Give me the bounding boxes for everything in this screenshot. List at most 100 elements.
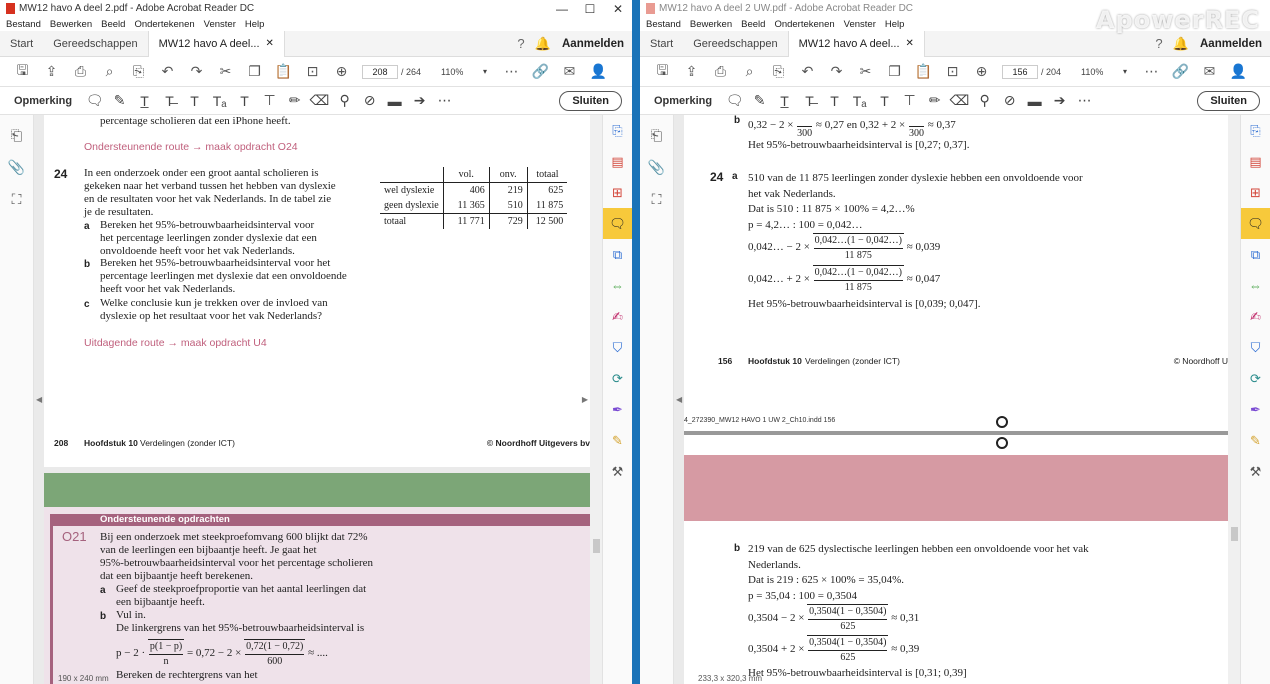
pages-icon[interactable]: ⎗	[640, 127, 673, 147]
pages-icon[interactable]: ⎗	[0, 127, 33, 147]
attachments-icon[interactable]: 📎	[0, 159, 33, 179]
pencil-icon[interactable]: ✏	[922, 92, 947, 109]
optimize-icon[interactable]: ⟳	[1241, 363, 1270, 394]
replace-text-icon[interactable]: T	[822, 93, 847, 109]
stamp-icon[interactable]: ⚲	[972, 92, 997, 109]
undo-icon[interactable]: ↶	[793, 63, 822, 80]
add-user-icon[interactable]: 👤	[1224, 63, 1253, 80]
more-tools-icon[interactable]: ⚒	[1241, 456, 1270, 487]
sticky-note-icon[interactable]: 🗨	[722, 92, 747, 109]
pencil-icon[interactable]: ✏	[282, 92, 307, 109]
optimize-icon[interactable]: ⟳	[603, 363, 632, 394]
highlight-icon[interactable]: ✎	[747, 92, 772, 109]
print-icon[interactable]: ⎙	[706, 63, 735, 80]
compress-icon[interactable]: ⇔	[1241, 270, 1270, 301]
stamp-icon[interactable]: ⚲	[332, 92, 357, 109]
save-icon[interactable]: 🖫	[648, 60, 677, 84]
clipboard-icon[interactable]: 📋	[269, 63, 298, 80]
text-box-icon[interactable]: ⊤	[897, 92, 922, 109]
snapshot-icon[interactable]: ⊡	[938, 63, 967, 80]
minimize-icon[interactable]: —	[548, 2, 576, 16]
fill-sign-icon[interactable]: ✍	[603, 301, 632, 332]
more-tools-icon[interactable]: ⚒	[603, 456, 632, 487]
underline-text-icon[interactable]: T̲	[132, 93, 157, 109]
binoculars-icon[interactable]: ⊕	[967, 63, 996, 80]
attachments-icon[interactable]: 📎	[640, 159, 673, 179]
zoom-search-icon[interactable]: ⌕	[735, 63, 764, 80]
tab-close-icon[interactable]: ✕	[906, 38, 914, 49]
upload-icon[interactable]: ⇪	[37, 63, 66, 80]
tab-tools[interactable]: Gereedschappen	[43, 31, 147, 57]
edit-pdf-icon[interactable]: ✎	[603, 425, 632, 456]
chevron-down-icon[interactable]: ▾	[1123, 67, 1127, 76]
send-sign-icon[interactable]: ✒	[1241, 394, 1270, 425]
close-comment-button[interactable]: Sluiten	[1197, 90, 1260, 111]
bell-icon[interactable]: 🔔	[1170, 36, 1192, 52]
add-text-icon[interactable]: T	[872, 93, 897, 109]
menu-venster[interactable]: Venster	[204, 19, 236, 30]
line-icon[interactable]: ▬	[1022, 93, 1047, 109]
menu-ondertekenen[interactable]: Ondertekenen	[134, 19, 194, 30]
pdf-viewer[interactable]: percentage scholieren dat een iPhone hee…	[34, 115, 602, 684]
tab-close-icon[interactable]: ✕	[266, 38, 274, 49]
find-icon[interactable]: ⎘	[124, 63, 153, 80]
tags-icon[interactable]: ⛶	[640, 191, 673, 211]
help-icon[interactable]: ?	[1148, 36, 1170, 51]
snapshot-icon[interactable]: ⊡	[298, 63, 327, 80]
menu-help[interactable]: Help	[885, 19, 905, 30]
replace-text-icon[interactable]: T	[182, 93, 207, 109]
next-page-icon[interactable]: ▶	[582, 395, 588, 404]
export-pdf-icon[interactable]: ⎘	[1241, 115, 1270, 146]
menu-bewerken[interactable]: Bewerken	[50, 19, 92, 30]
zoom-search-icon[interactable]: ⌕	[95, 63, 124, 80]
menu-bestand[interactable]: Bestand	[646, 19, 681, 30]
protect-icon[interactable]: ⛉	[1241, 332, 1270, 363]
find-icon[interactable]: ⎘	[764, 63, 793, 80]
redo-icon[interactable]: ↷	[822, 63, 851, 80]
route-link[interactable]: Ondersteunende route → maak opdracht O24	[84, 141, 298, 153]
menu-ondertekenen[interactable]: Ondertekenen	[774, 19, 834, 30]
combine-files-icon[interactable]: ⧉	[1241, 239, 1270, 270]
combine-files-icon[interactable]: ⧉	[603, 239, 632, 270]
tab-document[interactable]: MW12 havo A deel... ✕	[147, 30, 285, 57]
arrow-icon[interactable]: ➔	[407, 92, 432, 109]
export-pdf-icon[interactable]: ⎘	[603, 115, 632, 146]
tab-tools[interactable]: Gereedschappen	[683, 31, 787, 57]
zoom-select[interactable]: 110%	[441, 67, 483, 77]
insert-text-icon[interactable]: Tₐ	[207, 93, 232, 109]
pdf-viewer[interactable]: b 0,32 − 2 × 300 ≈ 0,27 en 0,32 + 2 × 30…	[674, 115, 1240, 684]
mail-icon[interactable]: ✉	[555, 63, 584, 80]
more-icon[interactable]: ⋯	[1072, 92, 1097, 109]
compress-icon[interactable]: ⇔	[603, 270, 632, 301]
menu-beeld[interactable]: Beeld	[741, 19, 765, 30]
close-comment-button[interactable]: Sluiten	[559, 90, 622, 111]
eraser-icon[interactable]: ⌫	[947, 92, 972, 109]
save-icon[interactable]: 🖫	[8, 60, 37, 84]
more-icon[interactable]: ⋯	[1137, 63, 1166, 80]
strikethrough-icon[interactable]: T̶	[797, 93, 822, 109]
vertical-scrollbar[interactable]	[1228, 115, 1240, 684]
tags-icon[interactable]: ⛶	[0, 191, 33, 211]
highlight-icon[interactable]: ✎	[107, 92, 132, 109]
prev-page-icon[interactable]: ◀	[36, 395, 42, 404]
attach-icon[interactable]: ⊘	[357, 92, 382, 109]
maximize-icon[interactable]: ☐	[576, 2, 604, 16]
vertical-scrollbar[interactable]	[590, 115, 602, 684]
link-icon[interactable]: 🔗	[1166, 63, 1195, 80]
add-text-icon[interactable]: T	[232, 93, 257, 109]
menu-bewerken[interactable]: Bewerken	[690, 19, 732, 30]
close-icon[interactable]: ✕	[604, 2, 632, 16]
bell-icon[interactable]: 🔔	[532, 36, 554, 52]
text-box-icon[interactable]: ⊤	[257, 92, 282, 109]
zoom-select[interactable]: 110%	[1081, 67, 1123, 77]
help-icon[interactable]: ?	[510, 36, 532, 51]
arrow-icon[interactable]: ➔	[1047, 92, 1072, 109]
more-icon[interactable]: ⋯	[432, 92, 457, 109]
menu-help[interactable]: Help	[245, 19, 265, 30]
signin-button[interactable]: Aanmelden	[562, 38, 624, 50]
chevron-down-icon[interactable]: ▾	[483, 67, 487, 76]
tab-document[interactable]: MW12 havo A deel... ✕	[787, 30, 925, 57]
comment-tool-icon[interactable]: 🗨	[603, 208, 632, 239]
page-number-input[interactable]: 208	[362, 64, 398, 79]
insert-text-icon[interactable]: Tₐ	[847, 93, 872, 109]
